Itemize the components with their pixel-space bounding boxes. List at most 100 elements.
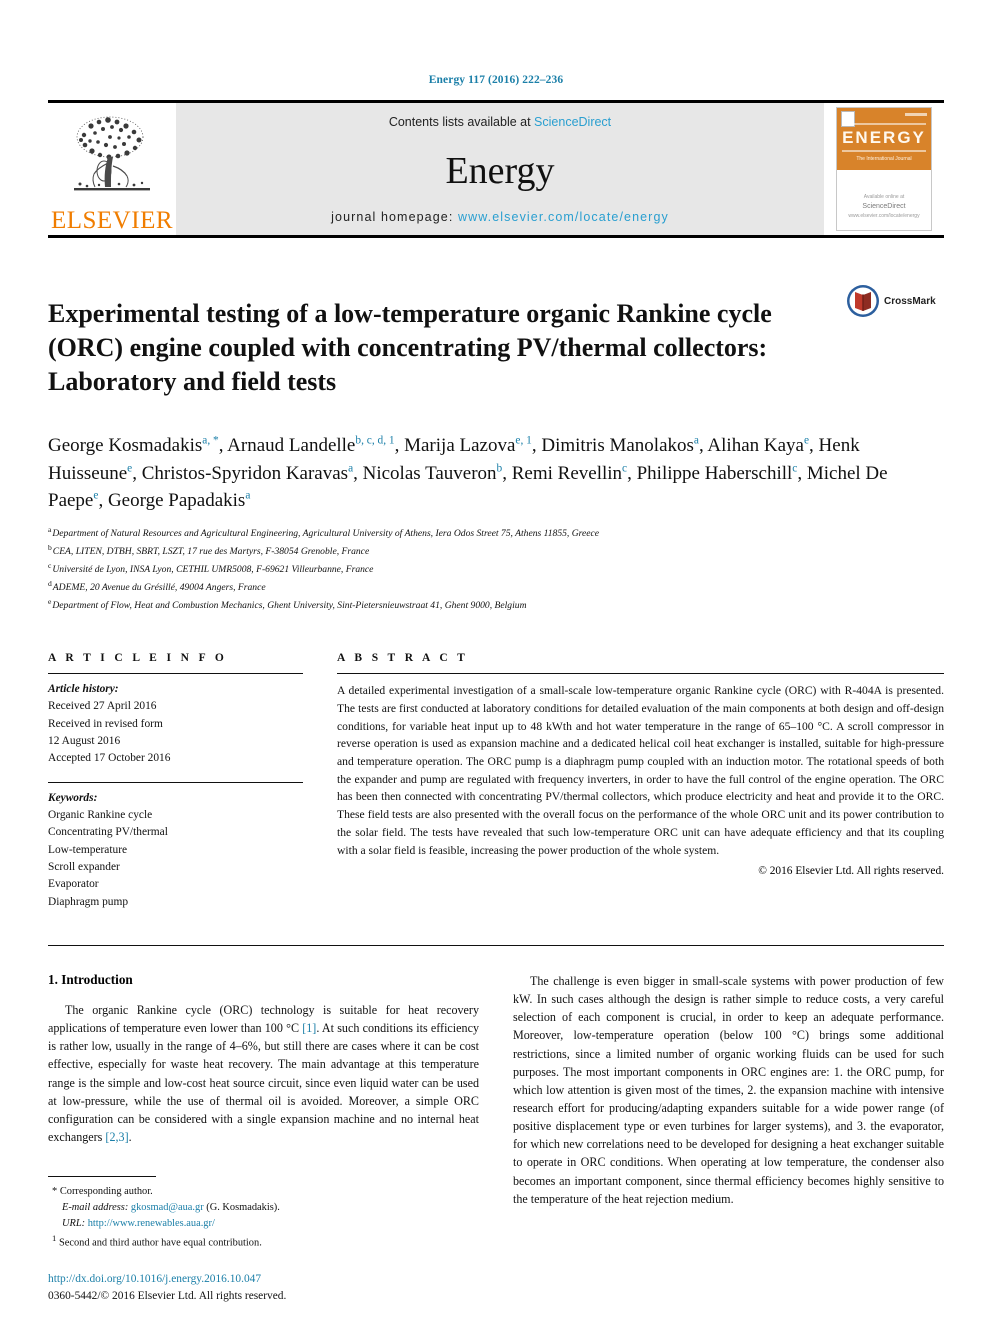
affiliation-item: aDepartment of Natural Resources and Agr… <box>48 524 944 542</box>
email-label: E-mail address: <box>62 1201 129 1213</box>
corresponding-author-text: Corresponding author. <box>59 1186 153 1198</box>
keyword-item: Scroll expander <box>48 861 120 874</box>
affiliation-item: bCEA, LITEN, DTBH, SBRT, LSZT, 17 rue de… <box>48 542 944 560</box>
doi-link[interactable]: http://dx.doi.org/10.1016/j.energy.2016.… <box>48 1271 479 1288</box>
author-affiliation-marks: e, 1 <box>515 434 532 447</box>
info-abstract-section: A R T I C L E I N F O Article history: R… <box>48 652 944 911</box>
affiliation-text: ADEME, 20 Avenue du Grésillé, 49004 Ange… <box>52 582 266 594</box>
cover-image: ENERGY The International Journal Availab… <box>836 107 932 231</box>
author-name: , Alihan Kaya <box>698 435 804 457</box>
body-column-right: The challenge is even bigger in small-sc… <box>513 972 944 1305</box>
affiliation-mark: a <box>48 524 52 534</box>
article-history-item: 12 August 2016 <box>48 735 121 748</box>
body-columns: 1. Introduction The organic Rankine cycl… <box>48 972 944 1305</box>
cover-footer-line-2: ScienceDirect <box>862 202 906 210</box>
abstract-column: A B S T R A C T A detailed experimental … <box>337 652 944 911</box>
affiliation-mark: d <box>48 578 52 588</box>
cover-footer-text: Available online at ScienceDirect www.el… <box>837 193 931 220</box>
introduction-paragraph-right: The challenge is even bigger in small-sc… <box>513 974 944 1206</box>
author-name: , Christos-Spyridon Karavas <box>132 462 349 484</box>
article-history-item: Accepted 17 October 2016 <box>48 752 171 765</box>
email-owner: (G. Kosmadakis). <box>206 1201 280 1213</box>
cover-footer-line-3: www.elsevier.com/locate/energy <box>848 213 920 219</box>
journal-title: Energy <box>445 149 555 192</box>
author-name: , George Papadakis <box>98 490 246 512</box>
affiliation-mark: b <box>48 542 52 552</box>
corresponding-author-footnote: * Corresponding author. E-mail address: … <box>48 1184 479 1231</box>
footnote-mark: 1 <box>52 1232 57 1243</box>
cover-issue-line <box>905 113 927 116</box>
cover-journal-title: ENERGY <box>842 128 926 147</box>
intro-text-part-2: . At such conditions its efficiency is r… <box>48 1021 479 1144</box>
keywords-label: Keywords: <box>48 791 98 804</box>
abstract-heading: A B S T R A C T <box>337 652 469 665</box>
title-line-2: (ORC) engine coupled with concentrating … <box>48 333 768 363</box>
journal-masthead: ELSEVIER Contents lists available at Sci… <box>48 100 944 235</box>
page-title: Experimental testing of a low-temperatur… <box>48 297 846 398</box>
article-page: Energy 117 (2016) 222–236 ELSEVIER Conte… <box>0 0 992 1323</box>
email-link[interactable]: gkosmad@aua.gr <box>131 1202 204 1213</box>
citation-link[interactable]: [1] <box>302 1021 316 1035</box>
keyword-item: Organic Rankine cycle <box>48 809 153 822</box>
author-affiliation-marks: a <box>245 489 251 502</box>
url-label: URL: <box>62 1217 86 1229</box>
abstract-rule <box>337 673 944 675</box>
contents-available-line: Contents lists available at ScienceDirec… <box>389 115 611 129</box>
affiliation-item: cUniversité de Lyon, INSA Lyon, CETHIL U… <box>48 560 944 578</box>
affiliation-item: dADEME, 20 Avenue du Grésillé, 49004 Ang… <box>48 578 944 596</box>
title-line-3: Laboratory and field tests <box>48 367 337 396</box>
footnote-section: * Corresponding author. E-mail address: … <box>48 1176 479 1305</box>
affiliation-text: CEA, LITEN, DTBH, SBRT, LSZT, 17 rue des… <box>52 546 370 558</box>
author-affiliation-marks: b, c, d, 1 <box>355 434 395 447</box>
keyword-item: Concentrating PV/thermal <box>48 826 168 839</box>
introduction-heading: 1. Introduction <box>48 972 479 988</box>
keywords-block: Keywords: Organic Rankine cycle Concentr… <box>48 790 303 911</box>
elsevier-wordmark: ELSEVIER <box>50 207 174 234</box>
author-name: , Arnaud Landelle <box>218 435 356 457</box>
contents-prefix: Contents lists available at <box>388 115 535 129</box>
cover-footer-line-1: Available online at <box>863 193 905 200</box>
journal-homepage-link[interactable]: www.elsevier.com/locate/energy <box>458 210 669 224</box>
article-info-column: A R T I C L E I N F O Article history: R… <box>48 652 303 911</box>
affiliation-text: Université de Lyon, INSA Lyon, CETHIL UM… <box>52 564 374 576</box>
title-row: Experimental testing of a low-temperatur… <box>48 280 944 416</box>
section-number: 1. <box>48 972 58 988</box>
cover-header-band: ENERGY The International Journal <box>837 108 931 170</box>
author-list: George Kosmadakisa, *, Arnaud Landelleb,… <box>48 432 944 515</box>
keywords-rule <box>48 781 303 783</box>
author-name: , Marija Lazova <box>394 435 516 457</box>
article-history-item: Received in revised form <box>48 717 163 730</box>
keyword-item: Evaporator <box>48 878 99 891</box>
cover-decor-strip-top <box>842 123 926 125</box>
author-name: , Nicolas Tauveron <box>353 462 497 484</box>
equal-contribution-footnote: 1 Second and third author have equal con… <box>48 1232 479 1251</box>
introduction-paragraph-left: The organic Rankine cycle (ORC) technolo… <box>48 1001 479 1146</box>
journal-homepage-line: journal homepage: www.elsevier.com/locat… <box>331 210 669 224</box>
author-name: George Kosmadakis <box>48 435 203 457</box>
article-history-item: Received 27 April 2016 <box>48 700 157 713</box>
elsevier-tree-icon <box>74 116 150 191</box>
affiliation-list: aDepartment of Natural Resources and Agr… <box>48 524 944 614</box>
section-title-text: Introduction <box>61 972 133 988</box>
author-name: , Philippe Haberschill <box>627 462 793 484</box>
cover-subtitle: The International Journal <box>856 156 912 162</box>
author-url-link[interactable]: http://www.renewables.aua.gr/ <box>88 1218 215 1229</box>
citation-link[interactable]: [2,3] <box>105 1130 128 1144</box>
footnote-mark: * <box>52 1186 58 1198</box>
body-separator-rule <box>48 945 944 947</box>
crossmark-label: CrossMark <box>884 295 936 307</box>
issn-copyright-line: 0360-5442/© 2016 Elsevier Ltd. All right… <box>48 1289 287 1302</box>
crossmark-icon <box>847 285 879 317</box>
affiliation-mark: e <box>48 597 52 607</box>
sciencedirect-link[interactable]: ScienceDirect <box>534 115 611 129</box>
equal-contribution-text: Second and third author have equal contr… <box>58 1237 262 1249</box>
article-history-label: Article history: <box>48 683 119 696</box>
crossmark-badge[interactable]: CrossMark <box>846 280 944 318</box>
abstract-copyright: © 2016 Elsevier Ltd. All rights reserved… <box>758 865 944 878</box>
abstract-text: A detailed experimental investigation of… <box>337 684 944 857</box>
homepage-prefix: journal homepage: <box>331 210 458 224</box>
article-info-rule <box>48 673 303 675</box>
body-column-left: 1. Introduction The organic Rankine cycl… <box>48 972 479 1305</box>
intro-text-part-3: . <box>128 1130 132 1144</box>
title-line-1: Experimental testing of a low-temperatur… <box>48 299 772 329</box>
